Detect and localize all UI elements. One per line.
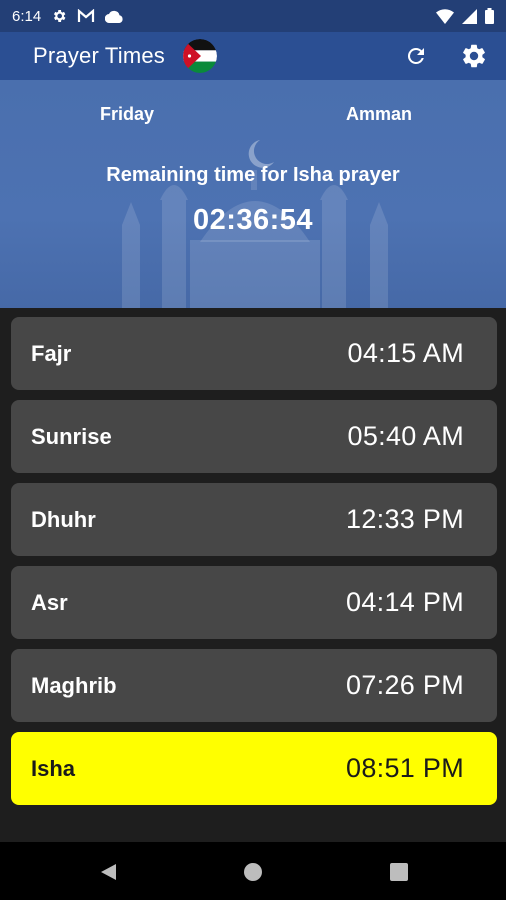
prayer-row-maghrib[interactable]: Maghrib 07:26 PM: [11, 649, 497, 722]
back-icon[interactable]: [96, 860, 120, 884]
prayer-row-asr[interactable]: Asr 04:14 PM: [11, 566, 497, 639]
prayer-time: 05:40 AM: [347, 421, 464, 451]
countdown-timer: 02:36:54: [192, 204, 314, 236]
app-actions: [400, 40, 494, 72]
prayer-name: Isha: [31, 755, 76, 781]
prayer-row-fajr[interactable]: Fajr 04:15 AM: [11, 317, 497, 390]
status-bar: 6:14: [0, 0, 506, 32]
battery-icon: [485, 8, 494, 24]
jordan-flag-icon: [182, 39, 217, 73]
day-label: Friday: [100, 104, 155, 124]
recents-icon[interactable]: [387, 860, 411, 884]
prayer-row-sunrise[interactable]: Sunrise 05:40 AM: [11, 400, 497, 473]
prayer-name: Sunrise: [31, 423, 112, 449]
prayer-name: Maghrib: [31, 672, 117, 698]
signal-icon: [462, 8, 477, 24]
cloud-icon: [105, 10, 123, 23]
wifi-icon: [436, 8, 454, 24]
gmail-icon: [77, 9, 95, 23]
status-left: 6:14: [12, 8, 123, 25]
prayer-time: 07:26 PM: [346, 670, 464, 700]
prayer-name: Dhuhr: [31, 506, 96, 532]
settings-icon[interactable]: [458, 40, 490, 72]
countdown-header: Friday Amman Remaining time for Isha pra…: [0, 80, 506, 308]
remaining-time-label: Remaining time for Isha prayer: [106, 164, 400, 186]
prayer-list: Fajr 04:15 AM Sunrise 05:40 AM Dhuhr 12:…: [0, 308, 506, 842]
prayer-time: 04:15 AM: [347, 338, 464, 368]
refresh-icon[interactable]: [400, 40, 432, 72]
city-label[interactable]: Amman: [346, 104, 412, 125]
prayer-name: Fajr: [31, 340, 72, 366]
system-nav-bar: [0, 842, 506, 900]
app-bar: Prayer Times: [0, 32, 506, 80]
home-icon[interactable]: [241, 860, 265, 884]
prayer-row-dhuhr[interactable]: Dhuhr 12:33 PM: [11, 483, 497, 556]
gear-icon: [51, 8, 67, 24]
prayer-time: 04:14 PM: [346, 587, 464, 617]
prayer-name: Asr: [31, 589, 68, 615]
prayer-row-isha[interactable]: Isha 08:51 PM: [11, 732, 497, 805]
prayer-time: 08:51 PM: [346, 753, 464, 783]
status-right: [436, 8, 494, 24]
prayer-time: 12:33 PM: [346, 504, 464, 534]
status-time: 6:14: [12, 7, 42, 25]
app-title: Prayer Times: [33, 43, 165, 68]
